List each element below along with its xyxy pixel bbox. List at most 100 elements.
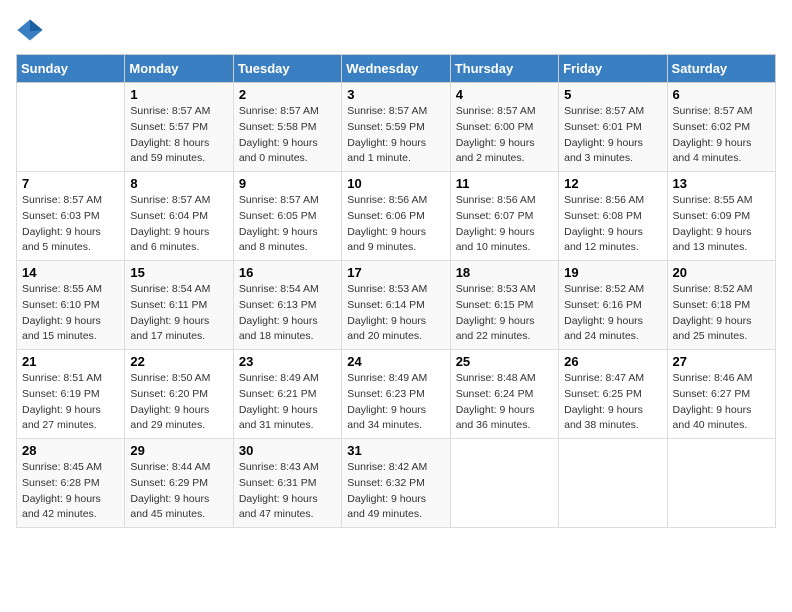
day-number: 15 xyxy=(130,265,227,280)
day-number: 10 xyxy=(347,176,444,191)
day-number: 6 xyxy=(673,87,770,102)
day-number: 4 xyxy=(456,87,553,102)
calendar-header-row: SundayMondayTuesdayWednesdayThursdayFrid… xyxy=(17,55,776,83)
calendar-cell: 14 Sunrise: 8:55 AMSunset: 6:10 PMDayligh… xyxy=(17,261,125,350)
calendar-cell: 31Sunrise: 8:42 AMSunset: 6:32 PMDayligh… xyxy=(342,439,450,528)
calendar-cell: 12 Sunrise: 8:56 AMSunset: 6:08 PMDayligh… xyxy=(559,172,667,261)
day-number: 2 xyxy=(239,87,336,102)
calendar-week-row: 14 Sunrise: 8:55 AMSunset: 6:10 PMDayligh… xyxy=(17,261,776,350)
calendar-cell: 18 Sunrise: 8:53 AMSunset: 6:15 PMDayligh… xyxy=(450,261,558,350)
calendar-cell: 8 Sunrise: 8:57 AMSunset: 6:04 PMDaylight… xyxy=(125,172,233,261)
calendar-cell: 6 Sunrise: 8:57 AMSunset: 6:02 PMDaylight… xyxy=(667,83,775,172)
calendar-cell: 28 Sunrise: 8:45 AMSunset: 6:28 PMDayligh… xyxy=(17,439,125,528)
calendar-cell: 10 Sunrise: 8:56 AMSunset: 6:06 PMDayligh… xyxy=(342,172,450,261)
calendar-cell: 7 Sunrise: 8:57 AMSunset: 6:03 PMDaylight… xyxy=(17,172,125,261)
day-number: 18 xyxy=(456,265,553,280)
calendar-cell: 27 Sunrise: 8:46 AMSunset: 6:27 PMDayligh… xyxy=(667,350,775,439)
calendar-week-row: 28 Sunrise: 8:45 AMSunset: 6:28 PMDayligh… xyxy=(17,439,776,528)
calendar-cell: 11Sunrise: 8:56 AMSunset: 6:07 PMDayligh… xyxy=(450,172,558,261)
calendar-cell xyxy=(667,439,775,528)
day-number: 3 xyxy=(347,87,444,102)
day-number: 1 xyxy=(130,87,227,102)
day-number: 17 xyxy=(347,265,444,280)
calendar-cell: 13Sunrise: 8:55 AMSunset: 6:09 PMDayligh… xyxy=(667,172,775,261)
calendar-cell: 3 Sunrise: 8:57 AMSunset: 5:59 PMDaylight… xyxy=(342,83,450,172)
day-of-week-header: Wednesday xyxy=(342,55,450,83)
calendar-cell: 23 Sunrise: 8:49 AMSunset: 6:21 PMDayligh… xyxy=(233,350,341,439)
day-number: 23 xyxy=(239,354,336,369)
calendar-cell: 21Sunrise: 8:51 AMSunset: 6:19 PMDayligh… xyxy=(17,350,125,439)
day-info: Sunrise: 8:44 AMSunset: 6:29 PMDaylight:… xyxy=(130,460,227,523)
day-of-week-header: Thursday xyxy=(450,55,558,83)
calendar-cell: 20 Sunrise: 8:52 AMSunset: 6:18 PMDayligh… xyxy=(667,261,775,350)
day-number: 11 xyxy=(456,176,553,191)
day-info: Sunrise: 8:48 AMSunset: 6:24 PMDaylight:… xyxy=(456,371,553,434)
calendar-cell xyxy=(450,439,558,528)
calendar-cell xyxy=(559,439,667,528)
calendar-cell: 25 Sunrise: 8:48 AMSunset: 6:24 PMDayligh… xyxy=(450,350,558,439)
day-info: Sunrise: 8:57 AMSunset: 6:05 PMDaylight:… xyxy=(239,193,336,256)
day-info: Sunrise: 8:45 AMSunset: 6:28 PMDaylight:… xyxy=(22,460,119,523)
calendar-cell: 16Sunrise: 8:54 AMSunset: 6:13 PMDayligh… xyxy=(233,261,341,350)
day-info: Sunrise: 8:57 AMSunset: 6:00 PMDaylight:… xyxy=(456,104,553,167)
day-info: Sunrise: 8:56 AMSunset: 6:08 PMDaylight:… xyxy=(564,193,661,256)
day-number: 14 xyxy=(22,265,119,280)
day-info: Sunrise: 8:55 AMSunset: 6:09 PMDaylight:… xyxy=(673,193,770,256)
calendar-cell: 9 Sunrise: 8:57 AMSunset: 6:05 PMDaylight… xyxy=(233,172,341,261)
day-number: 21 xyxy=(22,354,119,369)
day-info: Sunrise: 8:53 AMSunset: 6:14 PMDaylight:… xyxy=(347,282,444,345)
day-number: 27 xyxy=(673,354,770,369)
day-info: Sunrise: 8:43 AMSunset: 6:31 PMDaylight:… xyxy=(239,460,336,523)
day-info: Sunrise: 8:56 AMSunset: 6:06 PMDaylight:… xyxy=(347,193,444,256)
day-info: Sunrise: 8:46 AMSunset: 6:27 PMDaylight:… xyxy=(673,371,770,434)
day-info: Sunrise: 8:55 AMSunset: 6:10 PMDaylight:… xyxy=(22,282,119,345)
calendar-cell: 17 Sunrise: 8:53 AMSunset: 6:14 PMDayligh… xyxy=(342,261,450,350)
day-number: 22 xyxy=(130,354,227,369)
calendar-cell: 29Sunrise: 8:44 AMSunset: 6:29 PMDayligh… xyxy=(125,439,233,528)
day-number: 9 xyxy=(239,176,336,191)
day-info: Sunrise: 8:57 AMSunset: 6:02 PMDaylight:… xyxy=(673,104,770,167)
calendar-cell: 26 Sunrise: 8:47 AMSunset: 6:25 PMDayligh… xyxy=(559,350,667,439)
day-number: 25 xyxy=(456,354,553,369)
calendar-week-row: 7 Sunrise: 8:57 AMSunset: 6:03 PMDaylight… xyxy=(17,172,776,261)
day-info: Sunrise: 8:57 AMSunset: 6:04 PMDaylight:… xyxy=(130,193,227,256)
logo xyxy=(16,16,48,44)
calendar-cell: 2 Sunrise: 8:57 AMSunset: 5:58 PMDaylight… xyxy=(233,83,341,172)
day-of-week-header: Monday xyxy=(125,55,233,83)
day-number: 30 xyxy=(239,443,336,458)
day-info: Sunrise: 8:53 AMSunset: 6:15 PMDaylight:… xyxy=(456,282,553,345)
day-info: Sunrise: 8:52 AMSunset: 6:18 PMDaylight:… xyxy=(673,282,770,345)
calendar-cell: 19 Sunrise: 8:52 AMSunset: 6:16 PMDayligh… xyxy=(559,261,667,350)
day-number: 7 xyxy=(22,176,119,191)
calendar-cell: 15 Sunrise: 8:54 AMSunset: 6:11 PMDayligh… xyxy=(125,261,233,350)
day-info: Sunrise: 8:54 AMSunset: 6:13 PMDaylight:… xyxy=(239,282,336,345)
calendar-week-row: 1 Sunrise: 8:57 AMSunset: 5:57 PMDaylight… xyxy=(17,83,776,172)
day-number: 20 xyxy=(673,265,770,280)
calendar-cell: 4 Sunrise: 8:57 AMSunset: 6:00 PMDaylight… xyxy=(450,83,558,172)
day-number: 19 xyxy=(564,265,661,280)
day-info: Sunrise: 8:50 AMSunset: 6:20 PMDaylight:… xyxy=(130,371,227,434)
logo-icon xyxy=(16,16,44,44)
day-number: 24 xyxy=(347,354,444,369)
calendar-table: SundayMondayTuesdayWednesdayThursdayFrid… xyxy=(16,54,776,528)
page-header xyxy=(16,16,776,44)
day-number: 26 xyxy=(564,354,661,369)
day-info: Sunrise: 8:54 AMSunset: 6:11 PMDaylight:… xyxy=(130,282,227,345)
day-of-week-header: Saturday xyxy=(667,55,775,83)
day-info: Sunrise: 8:47 AMSunset: 6:25 PMDaylight:… xyxy=(564,371,661,434)
day-number: 12 xyxy=(564,176,661,191)
day-number: 28 xyxy=(22,443,119,458)
day-info: Sunrise: 8:57 AMSunset: 5:58 PMDaylight:… xyxy=(239,104,336,167)
day-of-week-header: Tuesday xyxy=(233,55,341,83)
day-info: Sunrise: 8:57 AMSunset: 6:03 PMDaylight:… xyxy=(22,193,119,256)
day-info: Sunrise: 8:57 AMSunset: 5:57 PMDaylight:… xyxy=(130,104,227,167)
day-info: Sunrise: 8:57 AMSunset: 5:59 PMDaylight:… xyxy=(347,104,444,167)
day-info: Sunrise: 8:42 AMSunset: 6:32 PMDaylight:… xyxy=(347,460,444,523)
calendar-cell: 30 Sunrise: 8:43 AMSunset: 6:31 PMDayligh… xyxy=(233,439,341,528)
day-number: 8 xyxy=(130,176,227,191)
day-info: Sunrise: 8:52 AMSunset: 6:16 PMDaylight:… xyxy=(564,282,661,345)
calendar-cell xyxy=(17,83,125,172)
calendar-cell: 5Sunrise: 8:57 AMSunset: 6:01 PMDaylight… xyxy=(559,83,667,172)
day-of-week-header: Friday xyxy=(559,55,667,83)
day-info: Sunrise: 8:49 AMSunset: 6:21 PMDaylight:… xyxy=(239,371,336,434)
